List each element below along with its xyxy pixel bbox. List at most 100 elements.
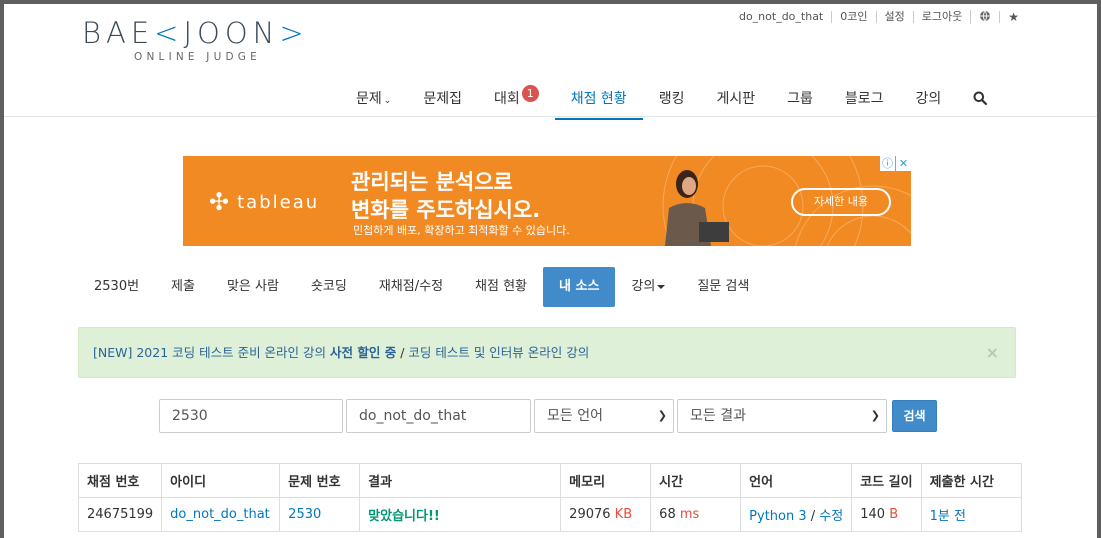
nav-item-contests[interactable]: 대회 1 (478, 78, 555, 118)
header-submission-id: 채점 번호 (77, 463, 163, 498)
header-result: 결과 (359, 463, 562, 498)
nav-item-blog[interactable]: 블로그 (829, 78, 900, 118)
edit-link[interactable]: 수정 (819, 509, 843, 524)
cell-time: 68 ms (650, 497, 742, 532)
logout-link[interactable]: 로그아웃 (912, 11, 970, 23)
memory-unit: KB (614, 507, 633, 522)
ad-person-image (665, 170, 729, 246)
cell-submitted: 1분 전 (920, 497, 1022, 532)
table-row: 24675199 do_not_do_that 2530 맞았습니다!! 290… (77, 497, 1022, 532)
header-memory: 메모리 (560, 463, 652, 498)
cell-memory: 29076 KB (560, 497, 652, 532)
nav-item-workbooks[interactable]: 문제집 (407, 78, 478, 118)
submission-table: 채점 번호 아이디 문제 번호 결과 메모리 시간 언어 코드 길이 제출한 시… (77, 463, 1022, 532)
ad-info-icon[interactable]: ⓘ (880, 156, 895, 171)
header-submitted: 제출한 시간 (920, 463, 1022, 498)
nav-label: 문제집 (423, 91, 462, 107)
browser-frame: BAE<JOON> ONLINE JUDGE do_not_do_that 0코… (0, 0, 1101, 538)
ad-headline: 관리되는 분석으로 변화를 주도하십시오. (351, 168, 540, 224)
alert-separator: / (396, 345, 409, 360)
tab-label: 숏코딩 (310, 279, 347, 294)
nav-label: 랭킹 (658, 91, 685, 107)
cell-user: do_not_do_that (161, 497, 281, 532)
cell-result: 맞았습니다!! (359, 497, 562, 532)
coins-link[interactable]: 0코인 (831, 11, 875, 23)
nav-label: 대회 (493, 91, 520, 107)
promo-alert: [NEW] 2021 코딩 테스트 준비 온라인 강의 사전 할인 중 / 코딩… (78, 327, 1016, 378)
user-link[interactable]: do_not_do_that (170, 507, 270, 522)
cell-language: Python 3 / 수정 (740, 497, 853, 532)
time-unit: ms (679, 507, 700, 522)
nav-label: 블로그 (844, 91, 884, 107)
nav-item-groups[interactable]: 그룹 (771, 78, 829, 118)
close-icon[interactable]: × (986, 328, 999, 377)
tableau-logo-icon: ✣ (209, 188, 232, 216)
logo-subtitle: ONLINE JUDGE (134, 51, 261, 63)
ad-brand-text: tableau (237, 191, 320, 213)
header-time: 시간 (650, 463, 742, 498)
tab-label: 재채점/수정 (378, 279, 444, 294)
nav-item-status[interactable]: 채점 현황 (554, 78, 643, 120)
nav-label: 그룹 (787, 91, 813, 107)
chevron-down-icon: ❯ (870, 409, 880, 422)
ad-headline-line2: 변화를 주도하십시오. (351, 198, 541, 222)
result-select[interactable]: 모든 결과 ❯ (677, 399, 887, 433)
caret-down-icon (657, 284, 666, 289)
tab-my-source[interactable]: 내 소스 (543, 267, 616, 307)
status-filters: 2530 do_not_do_that 모든 언어 ❯ 모든 결과 ❯ 검색 (159, 399, 937, 433)
tab-label: 질문 검색 (697, 279, 750, 294)
user-topbar: do_not_do_that 0코인 설정 로그아웃 ★ (731, 10, 1027, 24)
tab-lectures[interactable]: 강의 (615, 267, 681, 307)
source-link[interactable]: Python 3 (749, 509, 806, 524)
ad-brand: ✣ tableau (209, 188, 319, 216)
globe-icon[interactable] (970, 10, 999, 24)
ad-headline-line1: 관리되는 분석으로 (351, 170, 513, 194)
tab-submit[interactable]: 제출 (155, 267, 211, 307)
star-icon[interactable]: ★ (999, 11, 1027, 23)
logo-text-left: BAE (82, 16, 155, 50)
settings-link[interactable]: 설정 (875, 11, 913, 23)
tab-status[interactable]: 채점 현황 (459, 267, 543, 307)
site-header: BAE<JOON> ONLINE JUDGE do_not_do_that 0코… (4, 4, 1097, 120)
result-accepted: 맞았습니다!! (368, 509, 440, 524)
tab-rejudge[interactable]: 재채점/수정 (363, 267, 459, 307)
problem-link[interactable]: 2530 (288, 507, 321, 522)
chevron-down-icon: ❯ (657, 409, 667, 422)
nav-item-board[interactable]: 게시판 (700, 78, 771, 118)
header-code-length: 코드 길이 (851, 463, 922, 498)
problem-id-input[interactable]: 2530 (159, 399, 343, 433)
tab-label: 강의 (631, 279, 656, 294)
nav-item-problems[interactable]: 문제 ⌄ (340, 78, 407, 118)
code-length-unit: B (889, 507, 899, 522)
ad-choices[interactable]: ⓘ ✕ (879, 156, 911, 171)
tab-question-search[interactable]: 질문 검색 (681, 267, 765, 307)
tab-short-coding[interactable]: 숏코딩 (295, 267, 363, 307)
memory-value: 29076 (569, 507, 611, 522)
username-link[interactable]: do_not_do_that (731, 11, 831, 23)
tab-label: 내 소스 (559, 279, 600, 294)
search-icon[interactable] (957, 78, 1003, 118)
language-select[interactable]: 모든 언어 ❯ (534, 399, 674, 433)
tab-label: 제출 (171, 279, 195, 294)
header-language: 언어 (740, 463, 853, 498)
tab-problem[interactable]: 2530번 (78, 267, 155, 307)
logo-accent-right: > (279, 16, 309, 50)
ad-banner[interactable]: ✣ tableau 관리되는 분석으로 변화를 주도하십시오. 민첩하게 배포,… (183, 156, 911, 246)
tab-label: 채점 현황 (475, 279, 528, 294)
ad-cta-button[interactable]: 자세한 내용 (791, 188, 891, 216)
tab-solvers[interactable]: 맞은 사람 (211, 267, 295, 307)
user-id-input[interactable]: do_not_do_that (346, 399, 531, 433)
nav-item-ranking[interactable]: 랭킹 (643, 78, 701, 118)
time-value: 68 (659, 507, 676, 522)
tab-label: 맞은 사람 (226, 279, 279, 294)
alert-link-1[interactable]: [NEW] 2021 코딩 테스트 준비 온라인 강의 사전 할인 중 (93, 345, 396, 360)
site-logo[interactable]: BAE<JOON> ONLINE JUDGE (82, 16, 342, 68)
ad-close-icon[interactable]: ✕ (896, 156, 911, 171)
submitted-time-link[interactable]: 1분 전 (930, 509, 966, 524)
tab-label: 2530번 (94, 279, 140, 294)
nav-label: 문제 (356, 91, 382, 107)
nav-item-lectures[interactable]: 강의 (900, 78, 958, 118)
language-select-value: 모든 언어 (547, 408, 603, 424)
alert-link-2[interactable]: 코딩 테스트 및 인터뷰 온라인 강의 (408, 345, 589, 360)
search-button[interactable]: 검색 (892, 400, 937, 432)
